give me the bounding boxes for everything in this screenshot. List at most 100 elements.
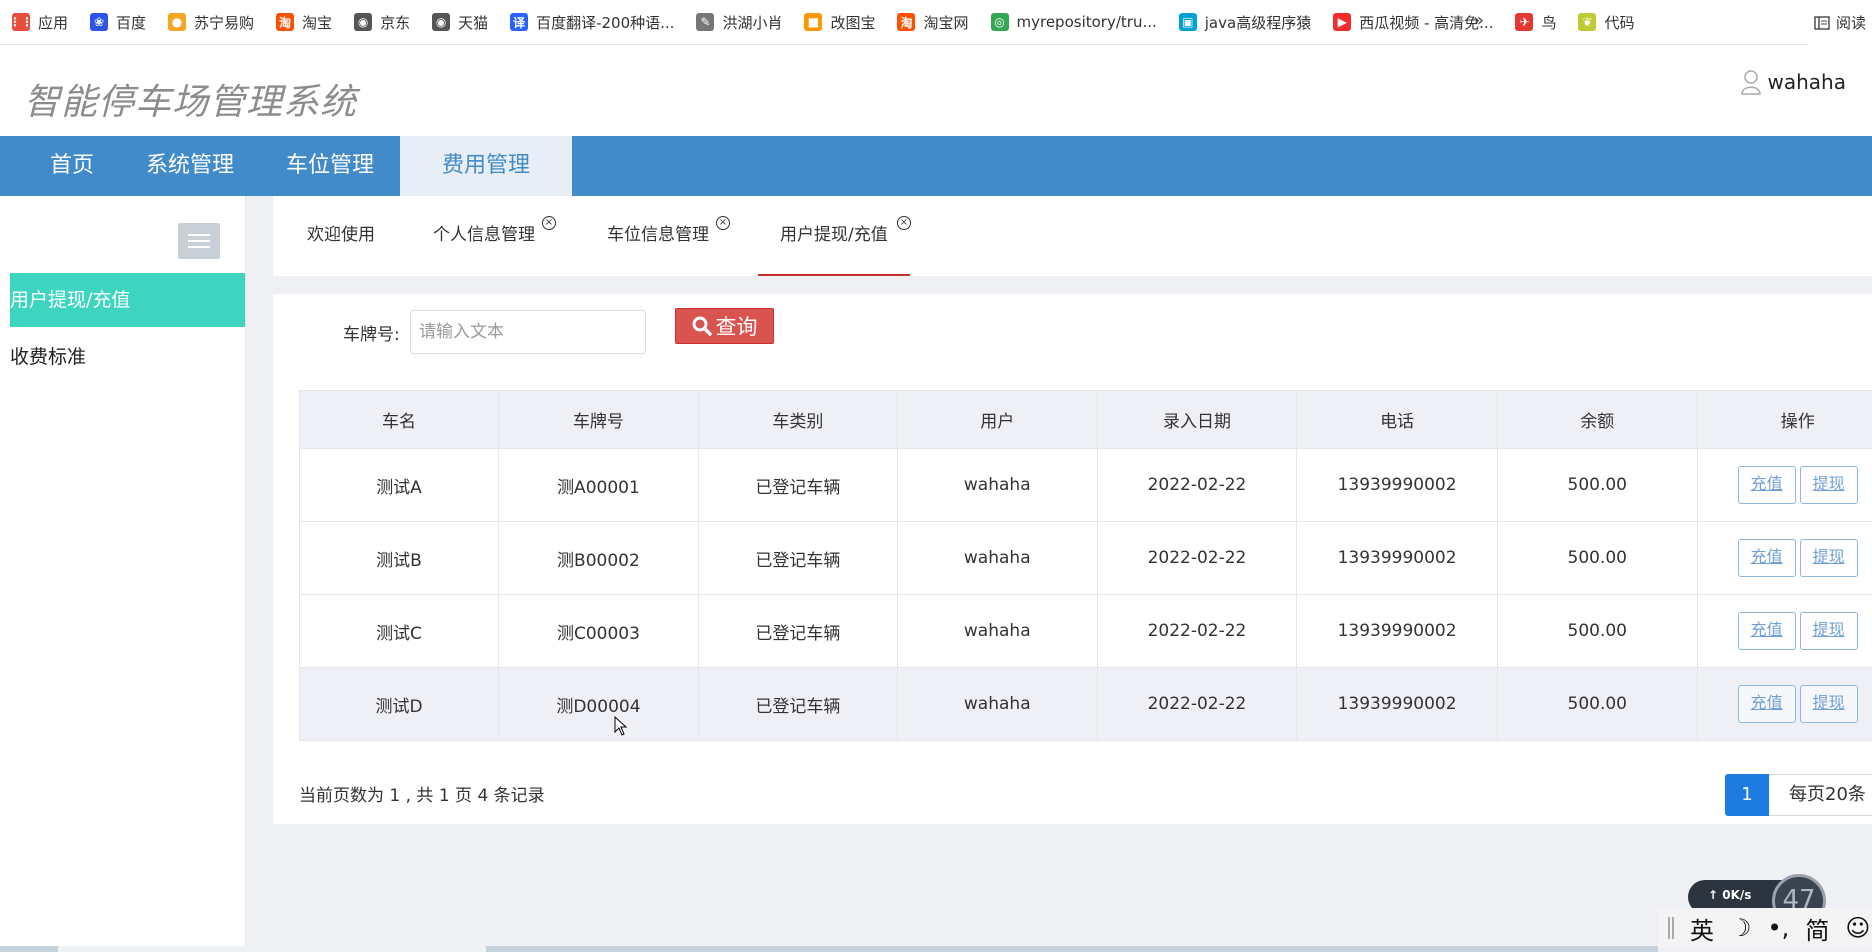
recharge-button[interactable]: 充值: [1737, 539, 1796, 577]
cell-balance: 500.00: [1496, 667, 1698, 741]
plate-search-input[interactable]: [410, 310, 646, 354]
hamburger-icon-bar: [188, 246, 210, 248]
reading-list-button[interactable]: 阅读: [1807, 0, 1872, 45]
bookmark-label: 京东: [380, 13, 411, 32]
recharge-button[interactable]: 充值: [1737, 466, 1796, 504]
cell-user: wahaha: [896, 448, 1098, 522]
bookmark-item[interactable]: ◉ 京东: [342, 0, 420, 45]
bookmarks-more-button[interactable]: »: [1473, 10, 1484, 31]
page-size-select[interactable]: 每页20条: [1769, 774, 1872, 816]
mouse-cursor-icon: [614, 716, 628, 736]
ime-emoji-icon[interactable]: ☺: [1845, 914, 1870, 942]
table-row[interactable]: 测试B 测B00002 已登记车辆 wahaha 2022-02-22 1393…: [298, 521, 1872, 595]
recharge-button[interactable]: 充值: [1737, 612, 1796, 650]
bookmark-item[interactable]: 译百度翻译-200种语...: [498, 0, 684, 45]
tab-welcome[interactable]: 欢迎使用: [307, 196, 375, 276]
withdraw-button[interactable]: 提现: [1799, 539, 1858, 577]
bookmark-label: 鸟: [1541, 13, 1557, 32]
bookmark-item[interactable]: ◎ myrepository/tru...: [979, 0, 1167, 45]
bookmark-label: 洪湖小肖: [722, 13, 783, 32]
cell-actions: 充值 提现: [1696, 521, 1872, 595]
bookmark-item[interactable]: 淘淘宝: [264, 0, 342, 45]
sidebar-item-withdraw-recharge[interactable]: 用户提现/充值: [10, 273, 245, 327]
chrome-icon: ◎: [990, 13, 1009, 31]
tab-withdraw-recharge[interactable]: 用户提现/充值 ×: [758, 196, 911, 276]
user-menu[interactable]: wahaha: [1740, 69, 1846, 95]
col-car-category[interactable]: 车类别: [697, 390, 898, 449]
bookmark-item[interactable]: ◉ 天猫: [420, 0, 498, 45]
col-user[interactable]: 用户: [896, 390, 1098, 449]
nav-fee-management[interactable]: 费用管理: [400, 136, 573, 196]
withdraw-button[interactable]: 提现: [1799, 466, 1858, 504]
bookmark-item[interactable]: ✈ 鸟: [1503, 0, 1566, 45]
bookmark-item[interactable]: ▣ java高级程序猿: [1167, 0, 1321, 45]
baidu-paw-icon: ❀: [90, 13, 109, 31]
tab-label: 车位信息管理: [607, 225, 709, 245]
tab-bar: 欢迎使用 个人信息管理 × 车位信息管理 × 用户提现/充值 ×: [273, 196, 1872, 276]
search-icon: [692, 316, 712, 336]
ime-simplified-toggle[interactable]: 简: [1805, 911, 1829, 946]
bookmark-item[interactable]: 淘淘宝网: [885, 0, 978, 45]
ime-language-toggle[interactable]: 英: [1690, 911, 1714, 946]
ime-punctuation-toggle[interactable]: •,: [1768, 914, 1790, 942]
feather-icon: ✎: [696, 13, 715, 31]
bookmark-item[interactable]: ■ 改图宝: [792, 0, 885, 45]
cell-car-category: 已登记车辆: [697, 521, 898, 595]
xigua-icon: ▶: [1333, 13, 1352, 31]
cell-entry-date: 2022-02-22: [1096, 448, 1298, 522]
withdraw-button[interactable]: 提现: [1799, 612, 1858, 650]
tab-close-icon[interactable]: ×: [716, 216, 730, 230]
table-header-row: 车名 车牌号 车类别 用户 录入日期 电话 余额 操作: [298, 390, 1872, 449]
col-balance[interactable]: 余额: [1496, 390, 1698, 449]
cell-car-category: 已登记车辆: [697, 594, 898, 668]
folder-icon: ■: [804, 13, 823, 31]
recharge-button[interactable]: 充值: [1737, 685, 1796, 723]
col-phone[interactable]: 电话: [1296, 390, 1498, 449]
tab-parking-info[interactable]: 车位信息管理 ×: [607, 196, 730, 276]
cell-plate-number: 测B00002: [498, 521, 699, 595]
cell-car-name: 测试D: [298, 667, 500, 741]
bookmark-item[interactable]: ⋮⋮ 应用: [0, 0, 78, 45]
ime-grip-handle[interactable]: [1668, 917, 1674, 939]
cell-entry-date: 2022-02-22: [1096, 667, 1298, 741]
tab-close-icon[interactable]: ×: [897, 216, 911, 230]
bookmark-label: 代码: [1604, 13, 1635, 32]
bookmark-label: 淘宝网: [923, 13, 969, 32]
bookmark-label: 淘宝: [302, 13, 333, 32]
table-row[interactable]: 测试C 测C00003 已登记车辆 wahaha 2022-02-22 1393…: [298, 594, 1872, 668]
cell-phone: 13939990002: [1296, 667, 1498, 741]
bookmark-item[interactable]: ❀ 百度: [78, 0, 156, 45]
nav-home[interactable]: 首页: [0, 136, 120, 196]
nav-parking-management[interactable]: 车位管理: [260, 136, 400, 196]
recharge-panel: 车牌号: 查询 车名 车牌号 车类别 用户 录入日期 电话 余额 操作: [273, 294, 1872, 824]
ime-moon-icon[interactable]: ☽: [1730, 914, 1752, 942]
table-row[interactable]: 测试A 测A00001 已登记车辆 wahaha 2022-02-22 1393…: [298, 448, 1872, 522]
tab-personal-info[interactable]: 个人信息管理 ×: [433, 196, 556, 276]
cell-actions: 充值 提现: [1696, 594, 1872, 668]
nav-system-management[interactable]: 系统管理: [120, 136, 260, 196]
bookmark-item[interactable]: ✎ 洪湖小肖: [684, 0, 792, 45]
bookmarks-bar: ⋮⋮ 应用 ❀ 百度 ● 苏宁易购淘淘宝 ◉ 京东 ◉ 天猫译百度翻译-200种语... ✎ 洪湖小肖…: [0, 0, 1872, 45]
cell-phone: 13939990002: [1296, 448, 1498, 522]
hamburger-icon-bar: [188, 234, 210, 236]
bookmark-item[interactable]: ❦ 代码: [1566, 0, 1644, 45]
sidebar-toggle-button[interactable]: [178, 223, 220, 259]
bookmark-label: myrepository/tru...: [1016, 13, 1157, 31]
bookmark-label: 应用: [38, 13, 69, 32]
col-entry-date[interactable]: 录入日期: [1096, 390, 1298, 449]
tab-close-icon[interactable]: ×: [542, 216, 556, 230]
search-button[interactable]: 查询: [675, 308, 774, 344]
page-1-button[interactable]: 1: [1725, 774, 1769, 816]
bookmark-label: 天猫: [458, 13, 489, 32]
bird-icon: ✈: [1515, 13, 1534, 31]
withdraw-button[interactable]: 提现: [1799, 685, 1858, 723]
cell-balance: 500.00: [1496, 448, 1698, 522]
vehicle-table: 车名 车牌号 车类别 用户 录入日期 电话 余额 操作 测试A 测A00001 …: [298, 390, 1872, 741]
col-plate-number[interactable]: 车牌号: [498, 390, 699, 449]
taskbar-strip: [0, 946, 1658, 952]
col-car-name[interactable]: 车名: [298, 390, 500, 449]
sidebar-item-fee-standard[interactable]: 收费标准: [10, 330, 245, 384]
table-row[interactable]: 测试D 测D00004 已登记车辆 wahaha 2022-02-22 1393…: [298, 667, 1872, 741]
bookmark-item[interactable]: ● 苏宁易购: [156, 0, 264, 45]
sidebar: 用户提现/充值 收费标准: [0, 196, 246, 952]
